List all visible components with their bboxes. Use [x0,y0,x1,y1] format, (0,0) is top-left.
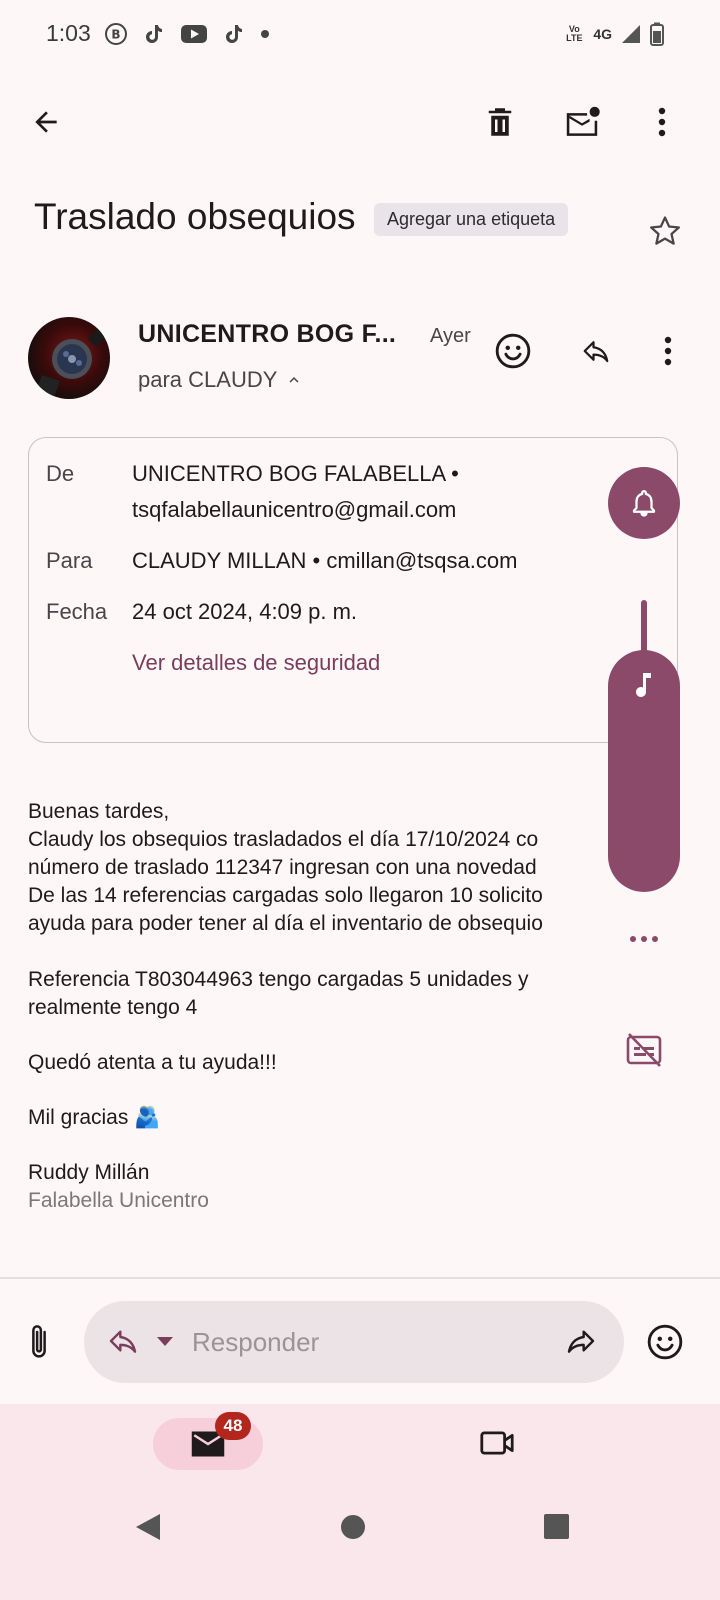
star-button[interactable] [641,207,689,255]
body-line-3: De las 14 referencias cargadas solo lleg… [28,884,543,907]
message-more-button[interactable] [644,327,692,375]
status-time: 1:03 [46,20,91,46]
emoji-react-button[interactable] [646,1323,684,1361]
music-note-icon [632,670,656,700]
more-vert-icon [664,336,672,366]
triangle-back-icon [136,1514,160,1540]
video-camera-icon [480,1431,514,1455]
body-line-1: Claudy los obsequios trasladados el día … [28,828,539,851]
ringer-mode-button[interactable] [608,467,680,539]
more-vert-icon [658,107,666,137]
square-recents-icon [544,1514,569,1539]
reply-input[interactable]: Responder [192,1327,319,1358]
svg-text:B: B [111,28,120,42]
captions-off-icon [626,1033,662,1067]
captions-off-button[interactable] [625,1032,663,1068]
from-name: UNICENTRO BOG FALABELLA • [132,461,459,486]
body-line-2: número de traslado 112347 ingresan con u… [28,856,537,879]
nav-meet-tab[interactable] [478,1426,516,1460]
battery-icon [650,22,664,46]
body-greeting: Buenas tardes, [28,800,170,823]
recipients-toggle[interactable]: para CLAUDY [138,367,303,393]
youtube-icon [181,25,207,43]
email-body: Buenas tardes, Claudy los obsequios tras… [28,798,598,1215]
mail-unread-badge: 48 [215,1412,251,1440]
body-closing-2: Mil gracias 🫂 [28,1106,161,1129]
notification-icons: B [104,22,270,46]
paperclip-icon [32,1325,46,1358]
chevron-up-icon [289,377,299,383]
back-button[interactable] [22,98,70,146]
react-emoji-button[interactable] [489,327,537,375]
from-email: tsqfalabellaunicentro@gmail.com [132,497,457,522]
body-closing-1: Quedó atenta a tu ayuda!!! [28,1051,277,1074]
to-label: Para [46,548,93,573]
reply-icon [109,1330,137,1353]
to-value: CLAUDY MILLAN • cmillan@tsqsa.com [132,548,518,573]
date-label: Fecha [46,599,108,624]
email-subject: Traslado obsequios [34,196,356,237]
trash-icon [488,108,512,136]
reply-type-button[interactable] [106,1325,140,1357]
arrow-left-icon [35,111,57,133]
signal-icon [622,25,640,43]
reply-icon [583,341,609,363]
from-label: De [46,461,75,486]
business-icon: B [105,23,127,45]
attach-button[interactable] [24,1322,54,1362]
watch-image-icon [34,321,110,397]
security-details-link[interactable]: Ver detalles de seguridad [132,650,380,676]
more-options-button[interactable] [638,98,686,146]
add-label-chip[interactable]: Agregar una etiqueta [374,203,569,236]
system-home-button[interactable] [340,1514,366,1540]
date-value: 24 oct 2024, 4:09 p. m. [132,599,358,624]
reply-divider [0,1277,720,1279]
status-right: Vo LTE 4G [563,22,664,46]
emoji-icon [495,333,531,369]
more-horiz-icon [630,936,658,942]
bottom-navigation [0,1404,720,1600]
body-ref-2: realmente tengo 4 [28,996,198,1019]
tiktok-icon [146,25,162,43]
recipients-text: para CLAUDY [138,367,278,392]
mail-unread-icon [566,106,600,136]
volte-indicator: Vo LTE [566,24,583,43]
body-ref-1: Referencia T803044963 tengo cargadas 5 u… [28,968,529,991]
sender-avatar[interactable] [28,317,110,399]
dot-icon [261,30,269,38]
circle-home-icon [341,1515,365,1539]
star-icon [649,216,681,245]
emoji-icon [647,1324,683,1360]
network-type: 4G [593,26,612,42]
reply-button[interactable] [572,327,620,375]
email-time: Ayer [430,325,471,347]
forward-button[interactable] [564,1325,598,1357]
mark-unread-button[interactable] [558,98,606,146]
signature-org: Falabella Unicentro [28,1189,209,1212]
system-recents-button[interactable] [543,1513,570,1540]
sender-name[interactable]: UNICENTRO BOG F... [138,320,396,349]
bell-icon [632,490,656,517]
system-back-button[interactable] [134,1512,162,1542]
body-line-4: ayuda para poder tener al día el inventa… [28,912,543,935]
caret-down-icon [157,1337,173,1346]
forward-icon [567,1330,595,1353]
delete-button[interactable] [476,98,524,146]
reply-type-dropdown[interactable] [154,1334,176,1348]
more-horiz-button[interactable] [628,933,660,945]
tiktok-icon-2 [226,25,242,43]
signature-name: Ruddy Millán [28,1161,150,1184]
